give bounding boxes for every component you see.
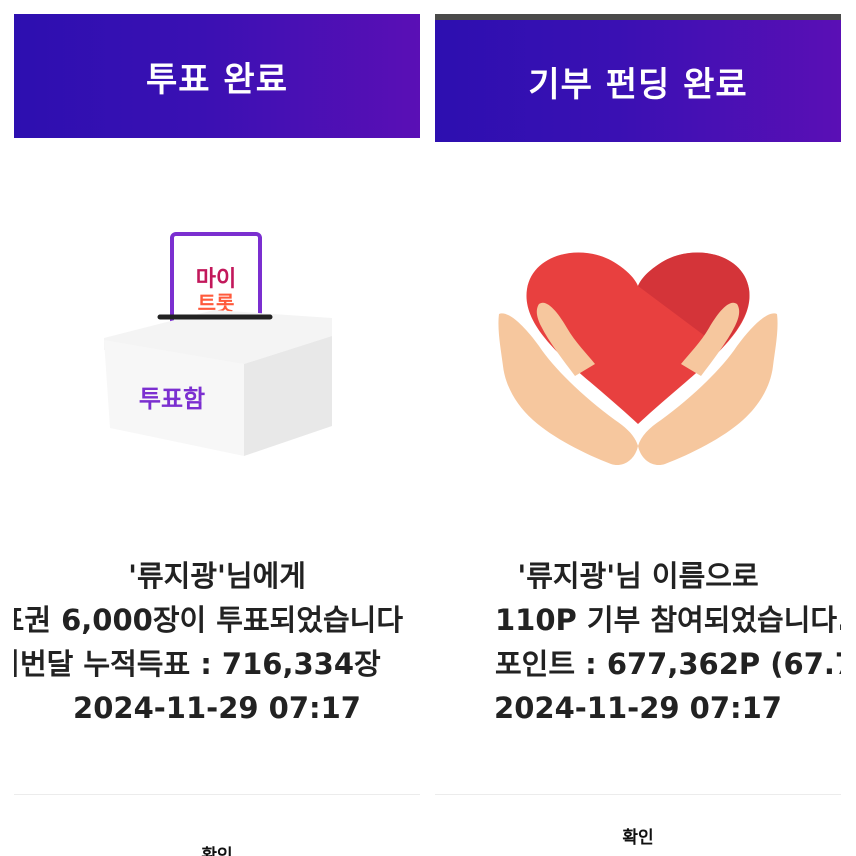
donation-timestamp: 2024-11-29 07:17: [494, 691, 782, 725]
ballot-box-illustration: 마이 트롯 투표함: [14, 214, 420, 484]
vote-message: '류지광'님에게 투표권 6,000장이 투표되었습니다 이번달 누적득표 : …: [14, 554, 420, 730]
donation-confirm-button[interactable]: 확인: [435, 804, 841, 856]
donation-complete-dialog: 기부 펀딩 완료 '류지광'님 이름으로 110P 기부 참여되었습니다. 포인…: [435, 14, 841, 856]
vote-complete-dialog: 투표 완료 마이 트롯 투표함 '류지광'님에게 투표권 6,000장이 투표되…: [14, 14, 420, 856]
confirm-label: 확인: [201, 846, 233, 856]
vote-complete-header: 투표 완료: [14, 14, 420, 138]
vote-message-line-2: 투표권 6,000장이 투표되었습니다: [14, 603, 404, 637]
donation-complete-header: 기부 펀딩 완료: [435, 20, 841, 142]
vote-message-line-3: 이번달 누적득표 : 716,334장: [14, 647, 381, 681]
ballot-box-icon: 마이 트롯 투표함: [104, 232, 332, 456]
donation-message: '류지광'님 이름으로 110P 기부 참여되었습니다. 포인트 : 677,3…: [435, 554, 841, 730]
ballot-box-label: 투표함: [139, 385, 205, 413]
donation-message-line-3: 포인트 : 677,362P (67.7: [495, 647, 841, 681]
screenshot-stage: 투표 완료 마이 트롯 투표함 '류지광'님에게 투표권 6,000장이 투표되…: [0, 0, 856, 856]
donation-message-line-2: 110P 기부 참여되었습니다.: [495, 603, 841, 637]
confirm-label: 확인: [622, 828, 654, 847]
header-title: 기부 펀딩 완료: [528, 64, 748, 105]
dialog-divider: [435, 794, 841, 795]
ballot-card-text-1: 마이: [196, 267, 236, 292]
donation-message-line-1: '류지광'님 이름으로: [517, 559, 759, 593]
vote-timestamp: 2024-11-29 07:17: [73, 691, 361, 725]
vote-confirm-button[interactable]: 확인: [14, 804, 420, 856]
dialog-divider: [14, 794, 420, 795]
header-title: 투표 완료: [146, 59, 288, 100]
heart-in-hands-icon: [498, 252, 778, 466]
heart-hands-illustration: [435, 224, 841, 484]
vote-message-line-1: '류지광'님에게: [128, 559, 306, 593]
